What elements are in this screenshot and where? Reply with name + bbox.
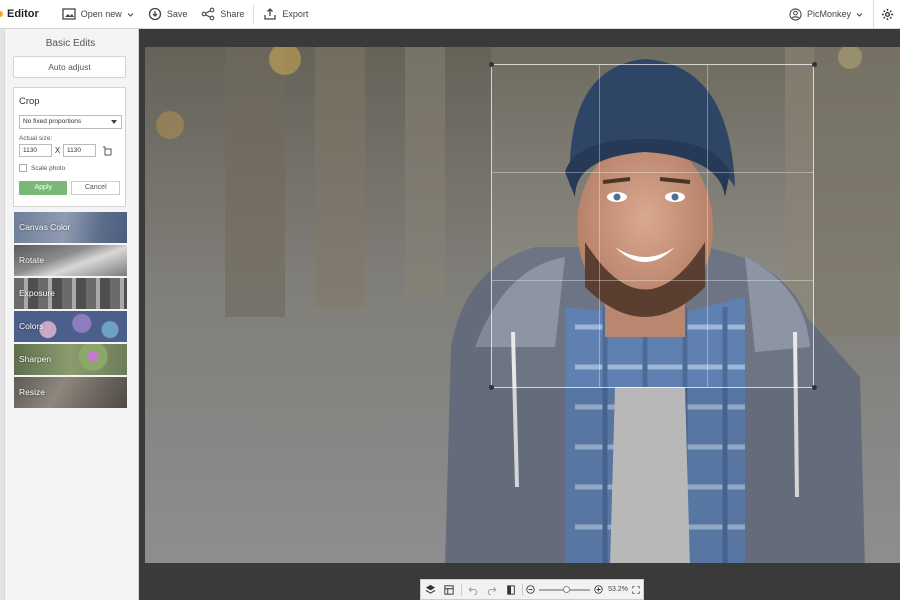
- zoom-in-icon: [594, 585, 603, 594]
- crop-dim-right: [814, 47, 900, 563]
- layers-button[interactable]: [421, 580, 440, 599]
- apply-button[interactable]: Apply: [19, 181, 68, 195]
- auto-adjust-button[interactable]: Auto adjust: [13, 56, 126, 78]
- tool-rotate[interactable]: Rotate: [14, 245, 127, 276]
- chevron-down-icon: [127, 12, 134, 17]
- crop-dim-bottom: [491, 388, 814, 563]
- tool-colors[interactable]: Colors: [14, 311, 127, 342]
- proportion-select[interactable]: No fixed proportions: [19, 115, 122, 129]
- photo-canvas[interactable]: [145, 47, 900, 563]
- image-icon: [62, 8, 76, 20]
- fit-screen-button[interactable]: [628, 580, 643, 599]
- compare-icon: [506, 584, 515, 595]
- export-icon: [264, 8, 277, 20]
- toolbar-divider: [253, 5, 255, 23]
- chevron-down-icon: [856, 12, 863, 17]
- redo-button[interactable]: [482, 580, 501, 599]
- scale-photo-checkbox[interactable]: [19, 164, 27, 172]
- crop-handle-top-left[interactable]: [489, 62, 494, 67]
- cancel-button[interactable]: Cancel: [71, 181, 120, 195]
- zoom-slider-knob[interactable]: [562, 585, 570, 593]
- share-icon: [201, 7, 215, 21]
- crop-handle-bottom-right[interactable]: [812, 385, 817, 390]
- swap-dimensions-icon[interactable]: [102, 146, 112, 156]
- bottom-controls: 53.2%: [420, 579, 644, 600]
- canvas-workspace: [139, 29, 900, 600]
- export-button[interactable]: Export: [256, 0, 315, 29]
- crop-dim-left: [145, 47, 491, 563]
- tool-canvas-color[interactable]: Canvas Color: [14, 212, 127, 243]
- save-icon: [148, 7, 161, 21]
- crop-frame[interactable]: [491, 64, 814, 388]
- zoom-out-button[interactable]: [525, 580, 536, 599]
- crop-title: Crop: [19, 96, 40, 107]
- open-new-button[interactable]: Open new: [55, 0, 141, 29]
- tool-exposure[interactable]: Exposure: [14, 278, 127, 309]
- zoom-in-button[interactable]: [593, 580, 604, 599]
- zoom-out-icon: [526, 585, 535, 594]
- zoom-slider[interactable]: [539, 585, 590, 593]
- tool-sharpen[interactable]: Sharpen: [14, 344, 127, 375]
- layers-icon: [425, 584, 436, 594]
- crop-handle-bottom-left[interactable]: [489, 385, 494, 390]
- dropdown-arrow-icon: [111, 120, 117, 124]
- top-toolbar: Editor Open new Save Share Export PicMon…: [0, 0, 900, 29]
- user-icon: [789, 7, 802, 21]
- panel-heading: Basic Edits: [45, 38, 96, 49]
- fullscreen-icon: [631, 585, 640, 594]
- edits-panel: Basic Edits Auto adjust Crop No fixed pr…: [0, 29, 139, 600]
- scale-photo-label: Scale photo: [31, 164, 66, 172]
- grid-icon: [444, 584, 454, 595]
- size-separator: X: [54, 146, 61, 155]
- actual-size-label: Actual size:: [19, 135, 53, 142]
- crop-width-input[interactable]: 1130: [19, 144, 52, 157]
- undo-icon: [468, 586, 478, 595]
- zoom-level: 53.2%: [608, 586, 629, 593]
- share-button[interactable]: Share: [194, 0, 251, 29]
- panel-edge: [0, 29, 5, 600]
- app-logo-icon: [0, 11, 3, 17]
- crop-height-input[interactable]: 1130: [63, 144, 96, 157]
- save-button[interactable]: Save: [141, 0, 195, 29]
- grid-button[interactable]: [440, 580, 459, 599]
- tool-resize[interactable]: Resize: [14, 377, 127, 408]
- account-menu[interactable]: PicMonkey: [779, 0, 874, 29]
- compare-button[interactable]: [501, 580, 520, 599]
- redo-icon: [487, 586, 497, 595]
- settings-button[interactable]: [874, 8, 900, 21]
- app-title: Editor: [0, 8, 39, 20]
- crop-handle-top-right[interactable]: [812, 62, 817, 67]
- gear-icon: [881, 8, 893, 20]
- crop-panel: Crop No fixed proportions Actual size: 1…: [13, 87, 126, 207]
- undo-button[interactable]: [464, 580, 483, 599]
